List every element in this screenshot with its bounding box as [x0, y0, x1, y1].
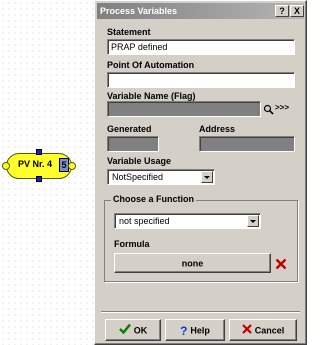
function-select[interactable]: not specified [114, 213, 261, 229]
help-button[interactable]: ? Help [165, 319, 225, 341]
ok-button[interactable]: OK [105, 319, 161, 341]
variable-usage-label: Variable Usage [107, 156, 172, 166]
selection-handle-top[interactable] [36, 149, 42, 155]
statement-input[interactable]: PRAP defined [107, 39, 295, 55]
delete-formula-icon[interactable] [275, 257, 287, 275]
process-variables-dialog: Process Variables ? X Statement PRAP def… [94, 0, 307, 345]
formula-label: Formula [114, 239, 150, 249]
close-icon [241, 321, 252, 341]
variable-name-input[interactable] [107, 101, 261, 117]
selection-handle-bottom[interactable] [36, 176, 42, 182]
generated-input[interactable] [107, 136, 159, 152]
point-of-automation-input[interactable] [107, 72, 295, 88]
more-button[interactable]: >>> [275, 103, 289, 112]
dialog-titlebar[interactable]: Process Variables [97, 3, 304, 19]
footer-separator [101, 311, 300, 313]
check-icon [118, 321, 131, 341]
formula-button[interactable]: none [114, 253, 271, 273]
titlebar-help-button[interactable]: ? [275, 5, 289, 17]
formula-button-label: none [181, 258, 204, 269]
address-input[interactable] [199, 136, 295, 152]
statement-label: Statement [107, 27, 151, 37]
node-label: PV Nr. 4 [18, 159, 53, 169]
point-of-automation-label: Point Of Automation [107, 60, 195, 70]
variable-usage-value: NotSpecified [112, 172, 164, 182]
choose-function-group: Choose a Function not specified Formula … [104, 194, 298, 282]
variable-name-label: Variable Name (Flag) [107, 91, 196, 101]
chevron-down-icon[interactable] [201, 171, 213, 183]
chevron-down-icon[interactable] [247, 215, 259, 227]
titlebar-close-button[interactable]: X [290, 5, 304, 17]
cancel-button[interactable]: Cancel [229, 319, 297, 341]
variable-usage-select[interactable]: NotSpecified [107, 169, 215, 185]
choose-function-legend: Choose a Function [111, 194, 196, 204]
diagram-canvas[interactable]: PV Nr. 4 5 [0, 0, 94, 345]
ok-button-label: OK [133, 325, 148, 336]
node-port-left[interactable] [2, 162, 10, 170]
function-select-value: not specified [119, 216, 170, 226]
cancel-button-label: Cancel [254, 325, 285, 336]
node-port-right[interactable] [68, 162, 76, 170]
address-label: Address [199, 124, 236, 134]
question-mark-icon: ? [180, 323, 188, 338]
dialog-title: Process Variables [100, 6, 178, 16]
generated-label: Generated [107, 124, 152, 134]
search-icon[interactable] [263, 102, 274, 120]
help-button-label: Help [190, 325, 210, 336]
